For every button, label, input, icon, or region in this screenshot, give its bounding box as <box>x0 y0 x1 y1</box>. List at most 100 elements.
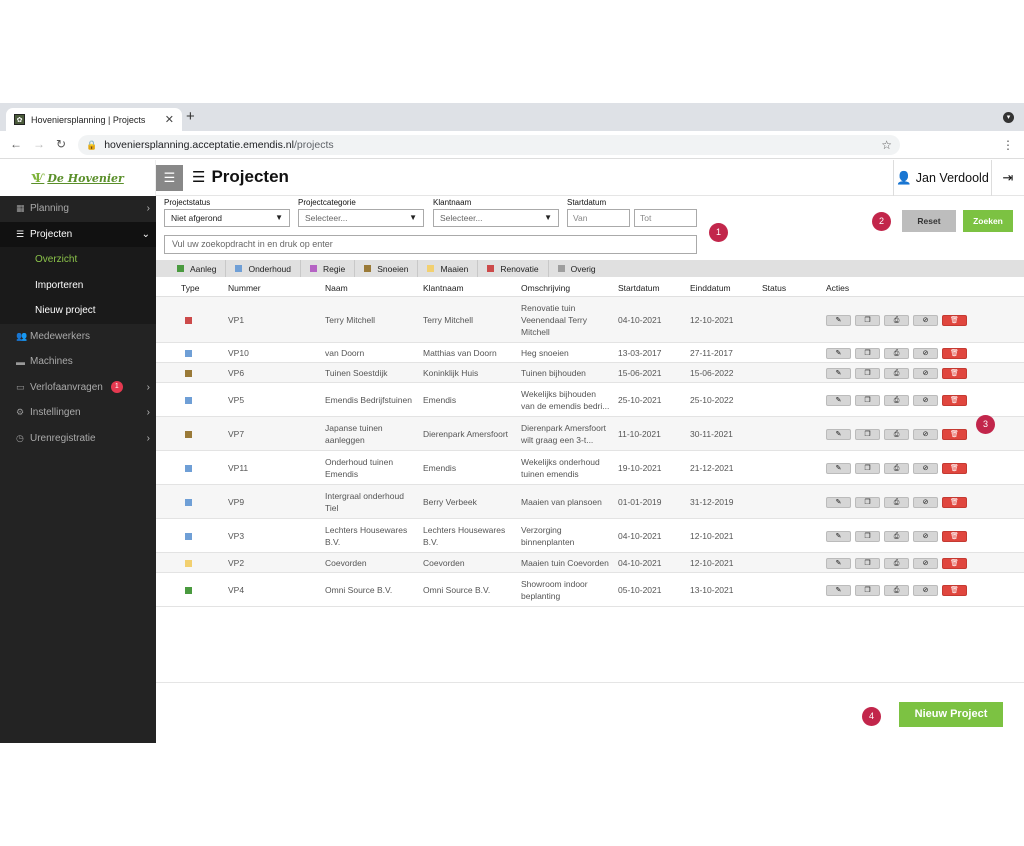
copy-icon[interactable]: ❐ <box>855 462 880 474</box>
col-einddatum[interactable]: Einddatum <box>690 283 731 293</box>
col-status[interactable]: Status <box>762 283 786 293</box>
print-icon[interactable]: ⎙ <box>884 496 909 508</box>
new-tab-button[interactable]: + <box>186 109 195 124</box>
menu-toggle-button[interactable]: ☰ <box>156 165 183 191</box>
print-icon[interactable]: ⎙ <box>884 584 909 596</box>
block-icon[interactable]: ⊘ <box>913 557 938 569</box>
search-button[interactable]: Zoeken <box>963 210 1013 232</box>
col-omschrijving[interactable]: Omschrijving <box>521 283 570 293</box>
delete-icon[interactable]: 🗑 <box>942 314 967 326</box>
sidebar-item-instellingen[interactable]: ⚙ Instellingen › <box>0 400 156 426</box>
delete-icon[interactable]: 🗑 <box>942 530 967 542</box>
table-row[interactable]: VP9 Intergraal onderhoud Tiel Berry Verbeek… <box>156 485 1024 519</box>
browser-menu-icon[interactable]: ⋮ <box>1002 138 1014 152</box>
print-icon[interactable]: ⎙ <box>884 367 909 379</box>
sidebar-item-urenregistratie[interactable]: ◷ Urenregistratie › <box>0 426 156 452</box>
print-icon[interactable]: ⎙ <box>884 347 909 359</box>
copy-icon[interactable]: ❐ <box>855 394 880 406</box>
edit-icon[interactable]: ✎ <box>826 557 851 569</box>
col-nummer[interactable]: Nummer <box>228 283 261 293</box>
startdatum-from-input[interactable]: Van <box>567 209 630 227</box>
table-row[interactable]: VP1 Terry Mitchell Terry Mitchell Renovatie… <box>156 297 1024 343</box>
delete-icon[interactable]: 🗑 <box>942 367 967 379</box>
table-row[interactable]: VP11 Onderhoud tuinen Emendis Emendis Wekeli… <box>156 451 1024 485</box>
edit-icon[interactable]: ✎ <box>826 347 851 359</box>
forward-icon[interactable]: → <box>33 137 45 151</box>
search-input[interactable]: Vul uw zoekopdracht in en druk op enter <box>164 235 697 254</box>
address-bar[interactable]: 🔒 hoveniersplanning.acceptatie.emendis.n… <box>78 135 900 155</box>
new-project-button[interactable]: Nieuw Project <box>899 702 1003 727</box>
copy-icon[interactable]: ❐ <box>855 530 880 542</box>
col-klantnaam[interactable]: Klantnaam <box>423 283 464 293</box>
print-icon[interactable]: ⎙ <box>884 314 909 326</box>
sidebar-item-projecten[interactable]: ☰ Projecten ⌄ <box>0 221 156 247</box>
print-icon[interactable]: ⎙ <box>884 394 909 406</box>
startdatum-to-input[interactable]: Tot <box>634 209 697 227</box>
block-icon[interactable]: ⊘ <box>913 530 938 542</box>
edit-icon[interactable]: ✎ <box>826 367 851 379</box>
col-type[interactable]: Type <box>181 283 199 293</box>
edit-icon[interactable]: ✎ <box>826 584 851 596</box>
sidebar-subitem-importeren[interactable]: Importeren <box>0 272 156 298</box>
close-tab-icon[interactable]: ✕ <box>165 113 174 126</box>
block-icon[interactable]: ⊘ <box>913 584 938 596</box>
print-icon[interactable]: ⎙ <box>884 530 909 542</box>
edit-icon[interactable]: ✎ <box>826 496 851 508</box>
delete-icon[interactable]: 🗑 <box>942 347 967 359</box>
block-icon[interactable]: ⊘ <box>913 367 938 379</box>
copy-icon[interactable]: ❐ <box>855 557 880 569</box>
col-naam[interactable]: Naam <box>325 283 348 293</box>
sidebar-subitem-overzicht[interactable]: Overzicht <box>0 247 156 273</box>
projectstatus-select[interactable]: Niet afgerond ▼ <box>164 209 290 227</box>
copy-icon[interactable]: ❐ <box>855 314 880 326</box>
block-icon[interactable]: ⊘ <box>913 462 938 474</box>
copy-icon[interactable]: ❐ <box>855 347 880 359</box>
projectcategorie-select[interactable]: Selecteer... ▼ <box>298 209 424 227</box>
print-icon[interactable]: ⎙ <box>884 557 909 569</box>
reset-button[interactable]: Reset <box>902 210 956 232</box>
back-icon[interactable]: ← <box>10 137 22 151</box>
delete-icon[interactable]: 🗑 <box>942 584 967 596</box>
print-icon[interactable]: ⎙ <box>884 428 909 440</box>
reload-icon[interactable]: ↻ <box>56 137 66 151</box>
table-row[interactable]: VP5 Emendis Bedrijfstuinen Emendis Wekelijk… <box>156 383 1024 417</box>
klantnaam-select[interactable]: Selecteer... ▼ <box>433 209 559 227</box>
block-icon[interactable]: ⊘ <box>913 314 938 326</box>
sidebar-item-planning[interactable]: ▦ Planning › <box>0 196 156 222</box>
edit-icon[interactable]: ✎ <box>826 428 851 440</box>
delete-icon[interactable]: 🗑 <box>942 462 967 474</box>
delete-icon[interactable]: 🗑 <box>942 394 967 406</box>
block-icon[interactable]: ⊘ <box>913 428 938 440</box>
tab-search-icon[interactable]: ▾ <box>1003 112 1014 123</box>
sidebar-item-verlofaanvragen[interactable]: ▭ Verlofaanvragen 1 › <box>0 375 156 401</box>
delete-icon[interactable]: 🗑 <box>942 557 967 569</box>
col-startdatum[interactable]: Startdatum <box>618 283 660 293</box>
copy-icon[interactable]: ❐ <box>855 496 880 508</box>
browser-tab[interactable]: ✿ Hoveniersplanning | Projects ✕ <box>6 108 182 131</box>
sidebar-subitem-nieuw-project[interactable]: Nieuw project <box>0 298 156 324</box>
logo-area[interactable]: Ѱ De Hovenier <box>0 160 156 196</box>
user-menu[interactable]: 👤 Jan Verdoold <box>893 160 992 196</box>
print-icon[interactable]: ⎙ <box>884 462 909 474</box>
table-row[interactable]: VP4 Omni Source B.V. Omni Source B.V. Showr… <box>156 573 1024 607</box>
block-icon[interactable]: ⊘ <box>913 347 938 359</box>
table-row[interactable]: VP2 Coevorden Coevorden Maaien tuin Coevord… <box>156 553 1024 573</box>
table-row[interactable]: VP7 Japanse tuinen aanleggen Dierenpark Ame… <box>156 417 1024 451</box>
delete-icon[interactable]: 🗑 <box>942 496 967 508</box>
bookmark-star-icon[interactable]: ☆ <box>881 138 892 152</box>
logout-button[interactable]: ⇥ <box>992 160 1024 196</box>
edit-icon[interactable]: ✎ <box>826 530 851 542</box>
copy-icon[interactable]: ❐ <box>855 367 880 379</box>
edit-icon[interactable]: ✎ <box>826 462 851 474</box>
table-row[interactable]: VP10 van Doorn Matthias van Doorn Heg snoei… <box>156 343 1024 363</box>
copy-icon[interactable]: ❐ <box>855 428 880 440</box>
block-icon[interactable]: ⊘ <box>913 496 938 508</box>
sidebar-item-medewerkers[interactable]: 👥 Medewerkers <box>0 324 156 350</box>
table-row[interactable]: VP3 Lechters Housewares B.V. Lechters House… <box>156 519 1024 553</box>
delete-icon[interactable]: 🗑 <box>942 428 967 440</box>
edit-icon[interactable]: ✎ <box>826 314 851 326</box>
edit-icon[interactable]: ✎ <box>826 394 851 406</box>
copy-icon[interactable]: ❐ <box>855 584 880 596</box>
block-icon[interactable]: ⊘ <box>913 394 938 406</box>
table-row[interactable]: VP6 Tuinen Soestdijk Koninklijk Huis Tuinen… <box>156 363 1024 383</box>
